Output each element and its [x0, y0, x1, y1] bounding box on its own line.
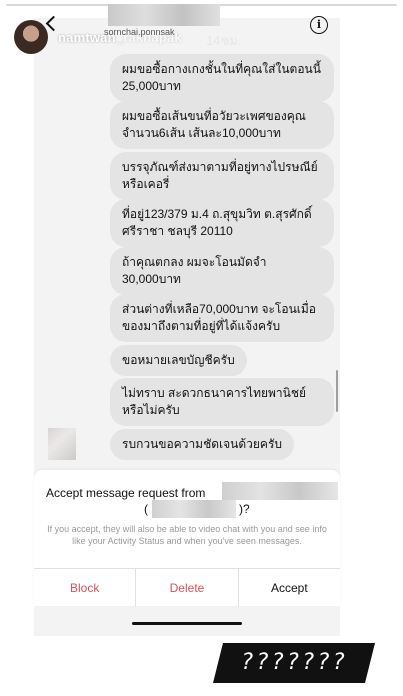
story-header: sornchai.ponnsak namtwan_raknapak 14ชม. …: [0, 0, 403, 60]
home-indicator: [132, 622, 242, 625]
story-timestamp: 14ชม.: [206, 33, 242, 48]
message-bubble: ไม่ทราบ สะดวกธนาคารไทยพานิชย์ หรือไม่ครั…: [110, 378, 334, 426]
scrollbar[interactable]: [336, 370, 338, 412]
request-title: Accept message request from: [46, 486, 206, 500]
more-options-icon[interactable]: [340, 30, 364, 36]
request-description: If you accept, they will also be able to…: [47, 524, 327, 546]
message-request-sheet: Accept message request from ( )? If you …: [34, 470, 340, 607]
sender-avatar: [48, 428, 76, 460]
close-icon[interactable]: [370, 26, 392, 48]
delete-button[interactable]: Delete: [135, 569, 237, 607]
message-bubble: ถ้าคุณตกลง ผมจะโอนมัดจำ 30,000บาท: [110, 247, 334, 295]
story-author-avatar[interactable]: [14, 20, 48, 54]
message-bubble: รบกวนขอความชัดเจนด้วยครับ: [110, 429, 295, 460]
requester-username-redacted: [152, 500, 236, 518]
dot: [340, 30, 344, 34]
info-icon[interactable]: i: [310, 16, 328, 34]
message-bubble: ผมขอซื้อเส้นขนที่อวัยวะเพศของคุณ จำนวน6เ…: [110, 101, 334, 149]
block-button[interactable]: Block: [34, 569, 135, 607]
paren-open: (: [144, 502, 148, 516]
accept-button[interactable]: Accept: [237, 569, 340, 607]
message-bubble: ขอหมายเลขบัญชีครับ: [110, 345, 247, 376]
message-bubble: บรรจุภัณฑ์ส่งมาตามที่อยู่ทางไปรษณีย์ หรื…: [110, 152, 334, 200]
message-bubble: ส่วนต่างที่เหลือ70,000บาท จะโอนเมื่อ ของ…: [110, 294, 334, 342]
sender-username: sornchai.ponnsak: [104, 27, 175, 37]
back-arrow-icon[interactable]: [44, 16, 58, 30]
dot: [358, 30, 362, 34]
message-bubble: ที่อยู่123/379 ม.4 ถ.สุขุมวิท ต.สุรศักดิ…: [110, 199, 334, 247]
request-actions: Block Delete Accept: [34, 568, 340, 607]
text-sticker: ???????: [240, 650, 348, 675]
requester-name-redacted: [222, 482, 338, 500]
paren-close: )?: [239, 502, 250, 516]
dot: [349, 30, 353, 34]
message-bubble: ผมขอซื้อกางเกงชั้นในที่คุณใส่ในตอนนี้ 25…: [110, 54, 334, 102]
sender-name-redacted: [108, 4, 220, 26]
